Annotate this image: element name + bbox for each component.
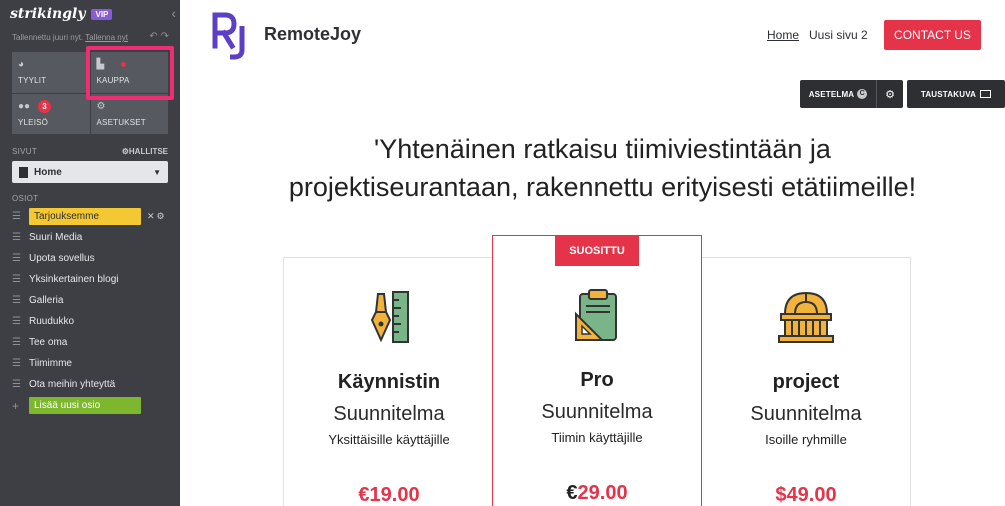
undo-redo: ↶↷: [149, 31, 172, 42]
plan-price: $49.00: [775, 484, 837, 506]
section-item[interactable]: ☰ Tiimimme: [12, 353, 174, 374]
pricing-card-starter[interactable]: Käynnistin Suunnitelma Yksittäisille käy…: [283, 257, 494, 506]
section-item[interactable]: ☰ Upota sovellus: [12, 248, 174, 269]
section-label: Tarjouksemme: [29, 208, 141, 225]
vip-badge: VIP: [91, 8, 113, 20]
save-status: Tallennettu juuri nyt. Tallenna nyt: [12, 33, 128, 42]
add-section-label: Lisää uusi osio: [29, 397, 141, 414]
section-label: Yksinkertainen blogi: [29, 274, 119, 285]
section-label: Ota meihin yhteyttä: [29, 379, 116, 390]
audience-count-badge: 3: [38, 99, 51, 113]
plan-price: €29.00: [566, 482, 628, 504]
layout-settings-icon[interactable]: ⚙: [876, 80, 903, 108]
manage-pages-button[interactable]: ⚙HALLITSE: [122, 147, 168, 156]
section-label: Upota sovellus: [29, 253, 95, 264]
drag-handle-icon[interactable]: ☰: [12, 211, 22, 222]
nav-link-home[interactable]: Home: [767, 28, 799, 42]
section-list: ☰ Tarjouksemme ✕⚙ ☰ Suuri Media ☰ Upota so…: [12, 206, 174, 416]
tile-label: ASETUKSET: [96, 117, 146, 127]
redo-icon[interactable]: ↷: [161, 31, 172, 42]
layout-badge-icon: C: [857, 89, 868, 99]
background-label: TAUSTAKUVA: [920, 89, 977, 99]
section-label: Ruudukko: [29, 316, 75, 327]
section-label: Tiimimme: [29, 358, 72, 369]
site-nav: Home Uusi sivu 2: [767, 28, 868, 42]
collapse-sidebar-icon[interactable]: ‹: [171, 6, 176, 20]
saved-text: Tallennettu juuri nyt.: [12, 33, 84, 42]
section-item[interactable]: ☰ Yksinkertainen blogi: [12, 269, 174, 290]
plan-description: Isoille ryhmille: [765, 432, 847, 447]
add-section-button[interactable]: + Lisää uusi osio: [12, 395, 174, 416]
pricing-card-project[interactable]: project Suunnitelma Isoille ryhmille $49…: [702, 257, 911, 506]
undo-icon[interactable]: ↶: [149, 31, 160, 42]
drag-handle-icon[interactable]: ☰: [12, 337, 22, 348]
drag-handle-icon[interactable]: ☰: [12, 253, 22, 264]
editor-app: strikingly VIP ‹ Tallennettu juuri nyt. …: [0, 0, 1005, 506]
highlight-box: [86, 46, 174, 100]
pen-ruler-icon: [370, 291, 409, 343]
close-icon[interactable]: ✕: [147, 211, 157, 221]
sections-label: OSIOT: [12, 194, 39, 203]
background-image-button[interactable]: TAUSTAKUVA: [907, 80, 1005, 108]
strikingly-logo: strikingly: [10, 6, 86, 22]
editor-sidebar: strikingly VIP ‹ Tallennettu juuri nyt. …: [0, 0, 180, 506]
layout-main-button[interactable]: ASETELMA C: [800, 80, 876, 108]
drag-handle-icon[interactable]: ☰: [12, 295, 22, 306]
section-item[interactable]: ☰ Tee oma: [12, 332, 174, 353]
tile-audience[interactable]: ●● 3 YLEISÖ: [12, 93, 90, 134]
plan-description: Yksittäisille käyttäjille: [328, 432, 450, 447]
gear-icon[interactable]: ⚙: [157, 211, 167, 221]
brand: strikingly VIP: [10, 4, 113, 24]
section-item[interactable]: ☰ Tarjouksemme ✕⚙: [12, 206, 174, 227]
section-label: Galleria: [29, 295, 64, 306]
section-item[interactable]: ☰ Suuri Media: [12, 227, 174, 248]
building-icon: [778, 291, 834, 343]
drag-handle-icon[interactable]: ☰: [12, 316, 22, 327]
current-page: Home: [34, 166, 62, 178]
save-now-link[interactable]: Tallenna nyt: [85, 33, 128, 42]
page-icon: [19, 166, 28, 178]
section-label: Tee oma: [29, 337, 68, 348]
pages-label: SIVUT: [12, 147, 38, 156]
drag-handle-icon[interactable]: ☰: [12, 358, 22, 369]
page-select[interactable]: Home ▼: [12, 161, 168, 183]
plan-title: project Suunnitelma: [750, 371, 862, 425]
layout-label: ASETELMA: [808, 89, 855, 99]
image-icon: [980, 90, 992, 98]
hero-headline[interactable]: 'Yhtenäinen ratkaisu tiimiviestintään ja…: [200, 130, 1005, 206]
section-label: Suuri Media: [29, 232, 83, 243]
gear-icon: ⚙: [96, 100, 106, 112]
tile-styles[interactable]: ◕ TYYLIT: [12, 52, 90, 93]
clipboard-icon: [575, 289, 617, 341]
layout-button: ASETELMA C ⚙: [800, 80, 903, 108]
drag-handle-icon[interactable]: ☰: [12, 232, 22, 243]
plan-price: €19.00: [358, 484, 420, 506]
nav-link-page2[interactable]: Uusi sivu 2: [809, 28, 868, 42]
section-item[interactable]: ☰ Ota meihin yhteyttä: [12, 374, 174, 395]
plan-title: Käynnistin Suunnitelma: [333, 371, 445, 425]
remotejoy-logo-icon[interactable]: [212, 12, 250, 60]
tile-label: TYYLIT: [18, 76, 47, 85]
site-name[interactable]: RemoteJoy: [264, 24, 361, 45]
plus-icon: +: [12, 398, 20, 413]
contact-us-button[interactable]: CONTACT US: [884, 20, 981, 50]
popular-ribbon: SUOSITTU: [555, 236, 639, 266]
drag-handle-icon[interactable]: ☰: [12, 274, 22, 285]
tile-label: YLEISÖ: [18, 117, 49, 127]
chevron-down-icon: ▼: [153, 167, 161, 177]
drag-handle-icon[interactable]: ☰: [12, 379, 22, 390]
section-tools: ✕⚙: [147, 211, 167, 222]
plan-description: Tiimin käyttäjille: [551, 430, 643, 445]
plan-title: Pro Suunnitelma: [541, 369, 653, 423]
section-item[interactable]: ☰ Ruudukko: [12, 311, 174, 332]
pricing-card-pro[interactable]: SUOSITTU Pro Suunnitelma Tiimin käyttäji…: [492, 235, 702, 506]
palette-icon: ◕: [18, 59, 25, 70]
section-item[interactable]: ☰ Galleria: [12, 290, 174, 311]
